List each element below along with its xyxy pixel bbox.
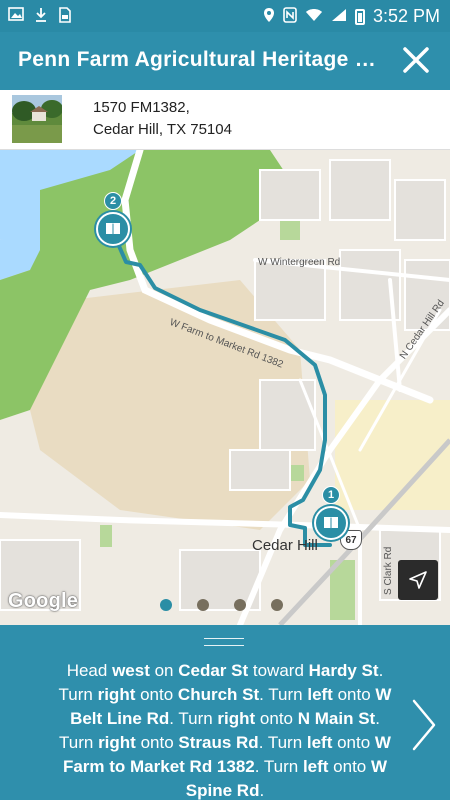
direction-text: onto xyxy=(255,709,298,728)
page-dot-3[interactable] xyxy=(234,599,246,611)
page-indicator xyxy=(160,599,283,611)
location-icon xyxy=(263,7,275,27)
signal-icon xyxy=(331,8,347,26)
navigation-arrow-icon xyxy=(409,571,427,589)
direction-text: . Turn xyxy=(258,733,307,752)
page-dot-4[interactable] xyxy=(271,599,283,611)
download-icon xyxy=(34,7,48,27)
book-icon xyxy=(106,223,120,235)
direction-text: . xyxy=(259,781,265,800)
direction-keyword: left xyxy=(307,685,333,704)
direction-text: onto xyxy=(328,757,371,776)
direction-keyword: west xyxy=(112,661,150,680)
directions-panel: Head west on Cedar St toward Hardy St. T… xyxy=(0,625,450,800)
direction-text: onto xyxy=(135,733,179,752)
map-pin-2[interactable] xyxy=(96,212,130,246)
drag-handle[interactable] xyxy=(204,638,244,646)
page-title: Penn Farm Agricultural Heritage Center xyxy=(18,48,388,71)
map-view[interactable]: W Wintergreen Rd W Farm to Market Rd 138… xyxy=(0,150,450,625)
location-thumbnail[interactable] xyxy=(12,95,62,143)
direction-text: . Turn xyxy=(259,685,308,704)
direction-text: onto xyxy=(135,685,178,704)
my-location-button[interactable] xyxy=(398,560,438,600)
direction-keyword: left xyxy=(302,757,329,776)
direction-text: onto xyxy=(332,733,375,752)
close-icon xyxy=(403,47,429,73)
chevron-right-icon xyxy=(412,699,436,751)
battery-icon xyxy=(354,8,365,25)
direction-keyword: left xyxy=(306,733,333,752)
map-label-cedar-hill: Cedar Hill xyxy=(252,537,318,554)
direction-text: on xyxy=(149,661,179,680)
direction-keyword: Straus Rd xyxy=(178,733,259,752)
direction-text: onto xyxy=(332,685,376,704)
direction-keyword: right xyxy=(97,685,136,704)
direction-text: toward xyxy=(248,661,309,680)
next-step-button[interactable] xyxy=(410,697,438,753)
address-line-1: 1570 FM1382, xyxy=(93,99,190,116)
direction-keyword: N Main St xyxy=(297,709,376,728)
nfc-icon xyxy=(283,6,297,27)
direction-keyword: Cedar St xyxy=(178,661,249,680)
pin-number-2: 2 xyxy=(104,192,122,210)
directions-text: Head west on Cedar St toward Hardy St. T… xyxy=(52,659,398,800)
google-logo: Google xyxy=(8,590,79,612)
map-label-wintergreen: W Wintergreen Rd xyxy=(258,257,341,268)
direction-keyword: Church St xyxy=(177,685,260,704)
direction-keyword: right xyxy=(98,733,136,752)
address-row: 1570 FM1382, Cedar Hill, TX 75104 xyxy=(0,90,450,150)
sim-icon xyxy=(58,7,72,27)
book-icon xyxy=(324,517,338,529)
status-bar: 3:52 PM xyxy=(0,0,450,32)
direction-keyword: right xyxy=(217,709,256,728)
pin-number-1: 1 xyxy=(322,486,340,504)
page-dot-2[interactable] xyxy=(197,599,209,611)
address-line-2: Cedar Hill, TX 75104 xyxy=(93,121,232,138)
direction-keyword: Hardy St xyxy=(308,661,379,680)
map-label-s-clark-rd: S Clark Rd xyxy=(383,546,394,595)
map-pin-1[interactable] xyxy=(314,506,348,540)
status-time: 3:52 PM xyxy=(372,6,440,26)
page-dot-1[interactable] xyxy=(160,599,172,611)
direction-text: Head xyxy=(66,661,113,680)
close-button[interactable] xyxy=(396,40,436,80)
image-icon xyxy=(8,7,24,27)
wifi-icon xyxy=(305,8,323,26)
direction-text: . Turn xyxy=(254,757,303,776)
direction-text: . Turn xyxy=(169,709,218,728)
app-header: Penn Farm Agricultural Heritage Center xyxy=(0,32,450,90)
